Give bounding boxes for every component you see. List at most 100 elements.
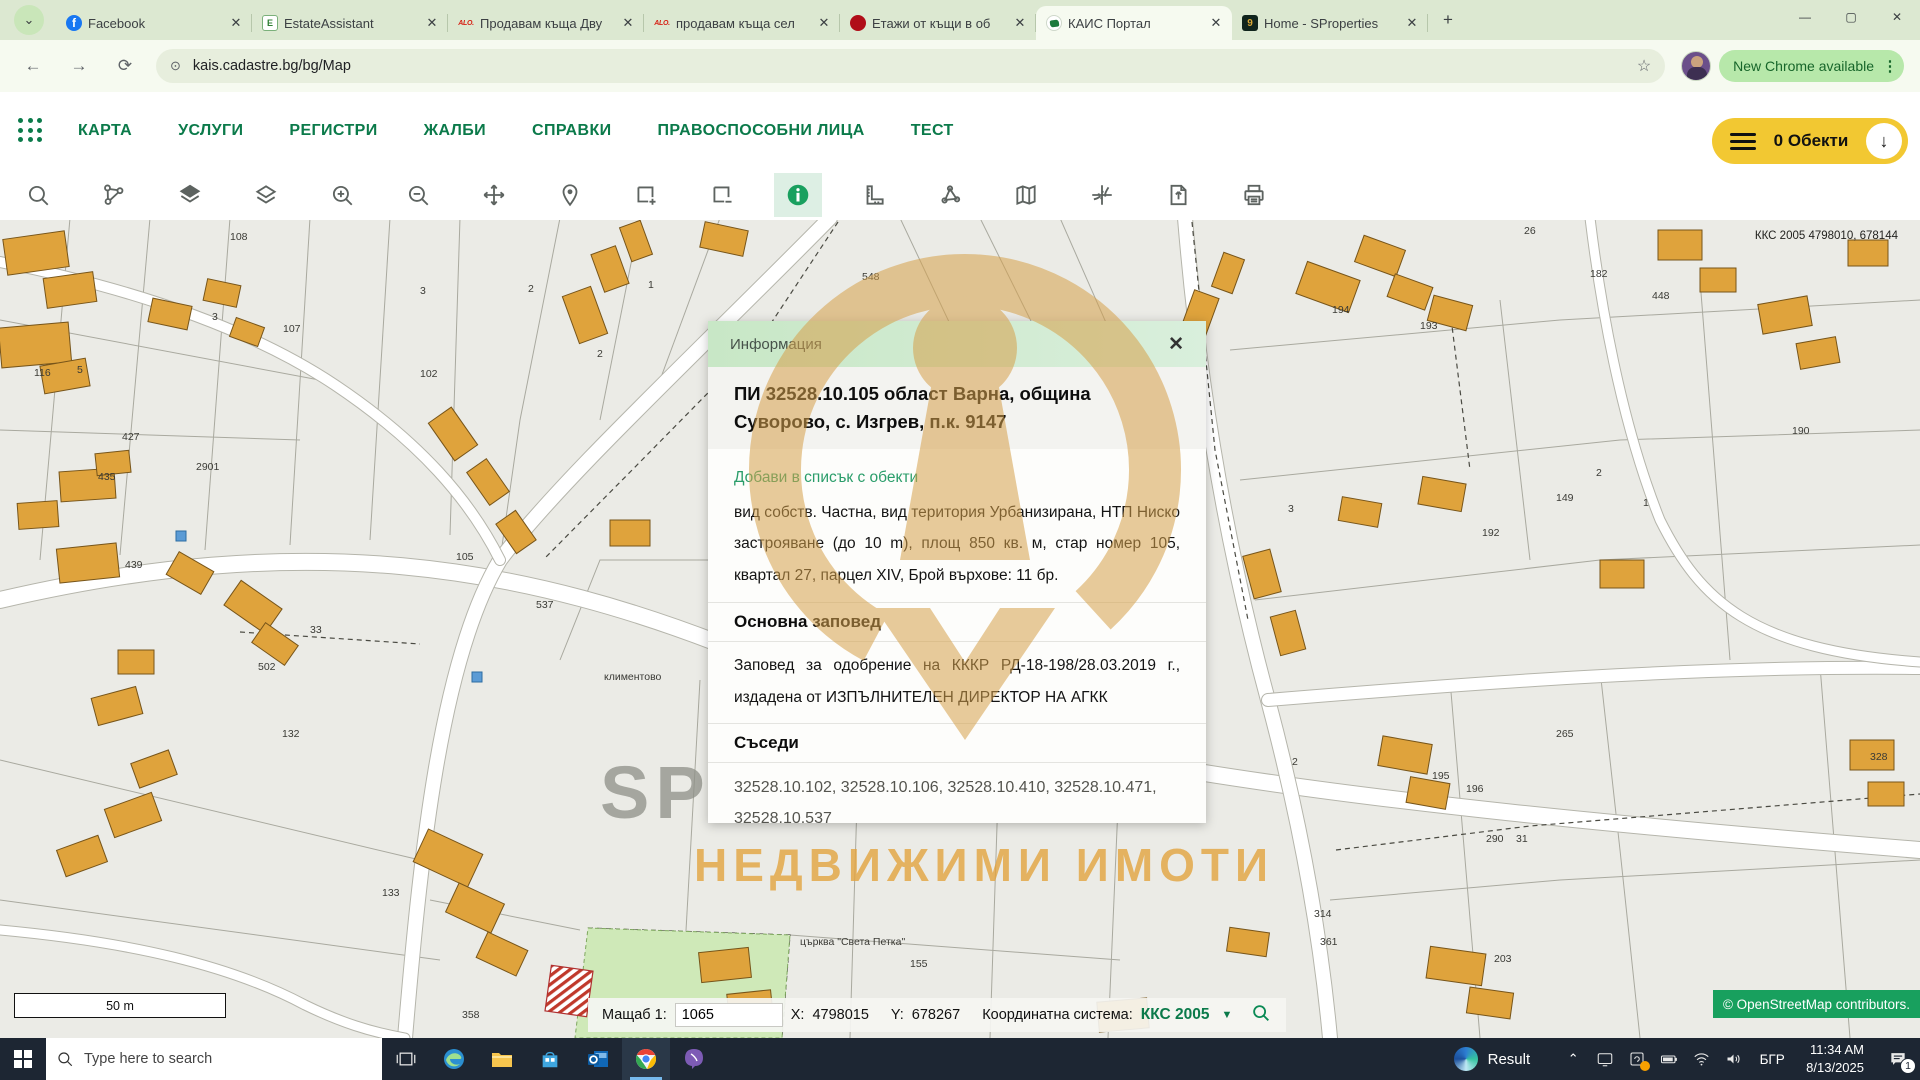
export-tool-icon[interactable] bbox=[1154, 173, 1202, 217]
layers-fill-tool-icon[interactable] bbox=[166, 173, 214, 217]
svg-text:108: 108 bbox=[230, 231, 248, 243]
rotate-lock-icon[interactable] bbox=[1622, 1038, 1652, 1080]
tab-title: продавам къща сел bbox=[676, 16, 810, 31]
windows-taskbar: Type here to search Result ⌃ bbox=[0, 1038, 1920, 1080]
browser-tab-estate[interactable]: EEstateAssistant✕ bbox=[252, 6, 448, 40]
apps-grid-icon[interactable] bbox=[18, 118, 44, 144]
task-view-button[interactable] bbox=[382, 1038, 430, 1080]
cast-display-icon[interactable] bbox=[1590, 1038, 1620, 1080]
map-tool-icon[interactable] bbox=[1002, 173, 1050, 217]
taskbar-clock[interactable]: 11:34 AM 8/13/2025 bbox=[1806, 1041, 1864, 1077]
profile-avatar[interactable] bbox=[1681, 51, 1711, 81]
tab-close-icon[interactable]: ✕ bbox=[1404, 15, 1420, 31]
info-tool-icon[interactable] bbox=[774, 173, 822, 217]
chrome-update-button[interactable]: New Chrome available ⋮ bbox=[1719, 50, 1904, 82]
objects-button[interactable]: 0 Обекти ↓ bbox=[1712, 118, 1908, 164]
tab-search-button[interactable]: ⌄ bbox=[14, 5, 44, 35]
start-button[interactable] bbox=[0, 1038, 46, 1080]
tray-expand-icon[interactable]: ⌃ bbox=[1558, 1038, 1588, 1080]
svg-text:194: 194 bbox=[1332, 304, 1350, 316]
search-tool-icon[interactable] bbox=[14, 173, 62, 217]
tab-close-icon[interactable]: ✕ bbox=[424, 15, 440, 31]
crs-dropdown-icon[interactable]: ▼ bbox=[1221, 1009, 1232, 1021]
add-to-objects-link[interactable]: Добави в списък с обекти bbox=[734, 469, 918, 487]
crs-value[interactable]: ККС 2005 bbox=[1141, 1006, 1210, 1024]
map-area[interactable]: 1081073321210251164274354392901335021325… bbox=[0, 220, 1920, 1038]
browser-tab-facebook[interactable]: fFacebook✕ bbox=[56, 6, 252, 40]
site-info-icon[interactable]: ⊙ bbox=[170, 58, 181, 74]
axes-tool-icon[interactable] bbox=[1078, 173, 1126, 217]
browser-tab-alo[interactable]: ALO.продавам къща сел✕ bbox=[644, 6, 840, 40]
browser-tab-alo[interactable]: ALO.Продавам къща Дву✕ bbox=[448, 6, 644, 40]
menu-item-жалби[interactable]: ЖАЛБИ bbox=[424, 122, 486, 140]
battery-icon[interactable] bbox=[1654, 1038, 1684, 1080]
measure-tool-icon[interactable] bbox=[850, 173, 898, 217]
tab-close-icon[interactable]: ✕ bbox=[816, 15, 832, 31]
tab-close-icon[interactable]: ✕ bbox=[620, 15, 636, 31]
facebook-favicon-icon: f bbox=[66, 15, 82, 31]
popup-close-icon[interactable]: ✕ bbox=[1168, 333, 1184, 356]
browser-tab-sprop[interactable]: 9Home - SProperties✕ bbox=[1232, 6, 1428, 40]
language-indicator[interactable]: БГР bbox=[1750, 1052, 1794, 1067]
outlook-icon bbox=[586, 1047, 610, 1071]
tab-close-icon[interactable]: ✕ bbox=[1012, 15, 1028, 31]
volume-icon[interactable] bbox=[1718, 1038, 1748, 1080]
browser-tab-imot[interactable]: Етажи от къщи в об✕ bbox=[840, 6, 1036, 40]
back-button[interactable]: ← bbox=[16, 49, 50, 83]
file-explorer-app-button[interactable] bbox=[478, 1038, 526, 1080]
reload-button[interactable]: ⟳ bbox=[108, 49, 142, 83]
minimize-button[interactable]: — bbox=[1782, 0, 1828, 34]
browser-tab-kais[interactable]: КАИС Портал✕ bbox=[1036, 6, 1232, 40]
new-tab-button[interactable]: + bbox=[1434, 6, 1462, 34]
wifi-icon[interactable] bbox=[1686, 1038, 1716, 1080]
polygon-tool-icon[interactable] bbox=[926, 173, 974, 217]
svg-text:църква "Света Петка": църква "Света Петка" bbox=[800, 936, 905, 948]
url-text[interactable]: kais.cadastre.bg/bg/Map bbox=[193, 58, 1637, 74]
chrome-app-button[interactable] bbox=[622, 1038, 670, 1080]
viber-app-button[interactable] bbox=[670, 1038, 718, 1080]
pan-tool-icon[interactable] bbox=[470, 173, 518, 217]
svg-text:358: 358 bbox=[462, 1009, 480, 1021]
tab-close-icon[interactable]: ✕ bbox=[1208, 15, 1224, 31]
coordinate-search-button[interactable] bbox=[1250, 1002, 1272, 1028]
notification-dot bbox=[1640, 1061, 1650, 1071]
menu-item-тест[interactable]: ТЕСТ bbox=[911, 122, 954, 140]
url-bar[interactable]: ⊙ kais.cadastre.bg/bg/Map ☆ bbox=[156, 49, 1665, 83]
select-minus-tool-icon[interactable] bbox=[698, 173, 746, 217]
menu-item-правоспособни-лица[interactable]: ПРАВОСПОСОБНИ ЛИЦА bbox=[658, 122, 865, 140]
location-tool-icon[interactable] bbox=[546, 173, 594, 217]
svg-text:2: 2 bbox=[528, 283, 534, 295]
select-plus-tool-icon[interactable] bbox=[622, 173, 670, 217]
store-app-button[interactable] bbox=[526, 1038, 574, 1080]
maximize-button[interactable]: ▢ bbox=[1828, 0, 1874, 34]
outlook-app-button[interactable] bbox=[574, 1038, 622, 1080]
objects-count-label: 0 Обекти bbox=[1770, 131, 1852, 151]
result-app-icon[interactable] bbox=[1454, 1047, 1478, 1071]
tab-close-icon[interactable]: ✕ bbox=[228, 15, 244, 31]
menu-item-карта[interactable]: КАРТА bbox=[78, 122, 132, 140]
menu-item-справки[interactable]: СПРАВКИ bbox=[532, 122, 612, 140]
taskbar-search-box[interactable]: Type here to search bbox=[46, 1038, 382, 1080]
schema-tool-icon[interactable] bbox=[90, 173, 138, 217]
close-window-button[interactable]: ✕ bbox=[1874, 0, 1920, 34]
menu-item-регистри[interactable]: РЕГИСТРИ bbox=[289, 122, 377, 140]
edge-app-button[interactable] bbox=[430, 1038, 478, 1080]
browser-menu-icon[interactable]: ⋮ bbox=[1882, 57, 1898, 75]
svg-text:31: 31 bbox=[1516, 833, 1528, 845]
svg-text:2: 2 bbox=[1596, 467, 1602, 479]
svg-text:5: 5 bbox=[77, 364, 83, 376]
result-app-label[interactable]: Result bbox=[1488, 1051, 1531, 1068]
scale-input[interactable] bbox=[675, 1003, 783, 1027]
print-tool-icon[interactable] bbox=[1230, 173, 1278, 217]
bookmark-star-icon[interactable]: ☆ bbox=[1637, 56, 1651, 76]
notification-center-button[interactable]: 1 bbox=[1876, 1038, 1920, 1080]
svg-text:196: 196 bbox=[1466, 783, 1484, 795]
menu-item-услуги[interactable]: УСЛУГИ bbox=[178, 122, 243, 140]
zoom-in-tool-icon[interactable] bbox=[318, 173, 366, 217]
layers-tool-icon[interactable] bbox=[242, 173, 290, 217]
zoom-out-tool-icon[interactable] bbox=[394, 173, 442, 217]
download-circle-icon[interactable]: ↓ bbox=[1866, 123, 1902, 159]
svg-text:548: 548 bbox=[862, 271, 880, 283]
forward-button[interactable]: → bbox=[62, 49, 96, 83]
osm-attribution[interactable]: © OpenStreetMap contributors. bbox=[1713, 990, 1920, 1018]
